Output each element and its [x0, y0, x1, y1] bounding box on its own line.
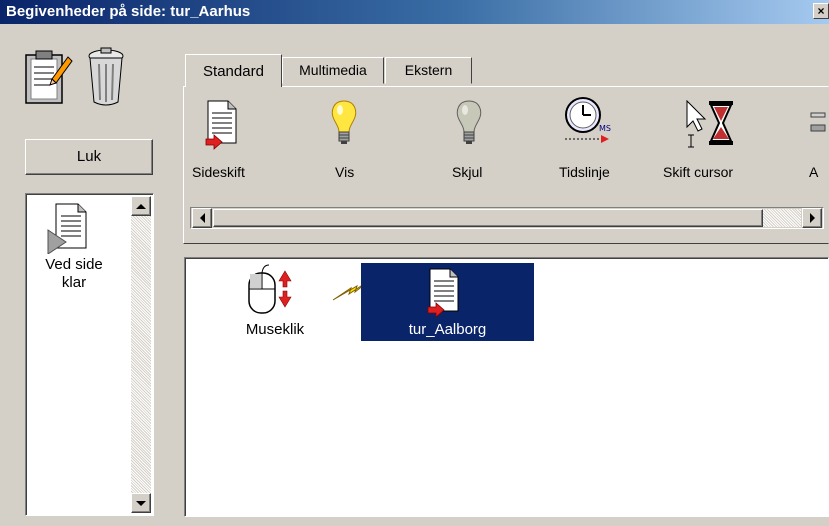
scroll-right-button[interactable] [802, 208, 822, 228]
tab-multimedia[interactable]: Multimedia [282, 57, 384, 84]
page-play-icon [47, 203, 87, 254]
event-list[interactable]: Ved side klar [25, 193, 154, 516]
window-title: Begivenheder på side: tur_Aarhus [6, 3, 251, 20]
svg-text:MS: MS [599, 124, 611, 133]
trigger-label: Museklik [245, 321, 305, 338]
lightbulb-on-icon [331, 100, 357, 144]
action-skift-cursor[interactable]: Skift cursor [659, 87, 769, 197]
close-button[interactable]: Luk [25, 139, 153, 175]
action-partial[interactable]: A [799, 87, 828, 197]
action-label: Vis [335, 164, 355, 180]
title-bar: Begivenheder på side: tur_Aarhus × [0, 0, 829, 24]
action-label: Tidslinje [559, 164, 610, 180]
action-vis[interactable]: Vis [309, 87, 379, 197]
vertical-scrollbar[interactable] [131, 196, 151, 513]
list-item[interactable]: Ved side klar [34, 202, 114, 302]
list-item-label: Ved side klar [45, 256, 103, 291]
lightbulb-off-icon [456, 100, 482, 144]
event-canvas[interactable]: Museklik tur_Aalborg [184, 257, 829, 517]
scroll-track[interactable] [763, 209, 801, 227]
close-icon[interactable]: × [813, 3, 829, 19]
scroll-thumb[interactable] [213, 209, 763, 227]
horizontal-scrollbar[interactable] [190, 207, 824, 229]
trash-can-icon[interactable] [84, 46, 128, 108]
page-switch-icon [205, 100, 237, 150]
partial-action-icon [810, 112, 826, 132]
tab-ekstern[interactable]: Ekstern [385, 57, 472, 84]
page-switch-icon [427, 268, 459, 318]
actions-panel: Sideskift Vis Skjul MS Tidslinje Skift c… [183, 86, 829, 244]
cursor-hourglass-icon [686, 99, 733, 148]
trigger-node[interactable]: Museklik [225, 263, 325, 343]
scroll-up-button[interactable] [131, 196, 151, 216]
action-label: A [809, 164, 819, 180]
tab-standard[interactable]: Standard [185, 54, 282, 87]
action-tidslinje[interactable]: MS Tidslinje [549, 87, 639, 197]
scroll-left-button[interactable] [192, 208, 212, 228]
target-node[interactable]: tur_Aalborg [361, 263, 534, 341]
timeline-clock-icon: MS [565, 97, 611, 143]
action-label: Sideskift [192, 164, 245, 180]
scroll-down-button[interactable] [131, 493, 151, 513]
clipboard-edit-icon[interactable] [22, 45, 74, 107]
action-label: Skjul [452, 164, 483, 180]
mouse-click-icon [248, 264, 292, 314]
action-label: Skift cursor [663, 164, 734, 180]
action-skjul[interactable]: Skjul [434, 87, 504, 197]
target-label: tur_Aalborg [408, 321, 487, 338]
action-sideskift[interactable]: Sideskift [184, 87, 274, 197]
